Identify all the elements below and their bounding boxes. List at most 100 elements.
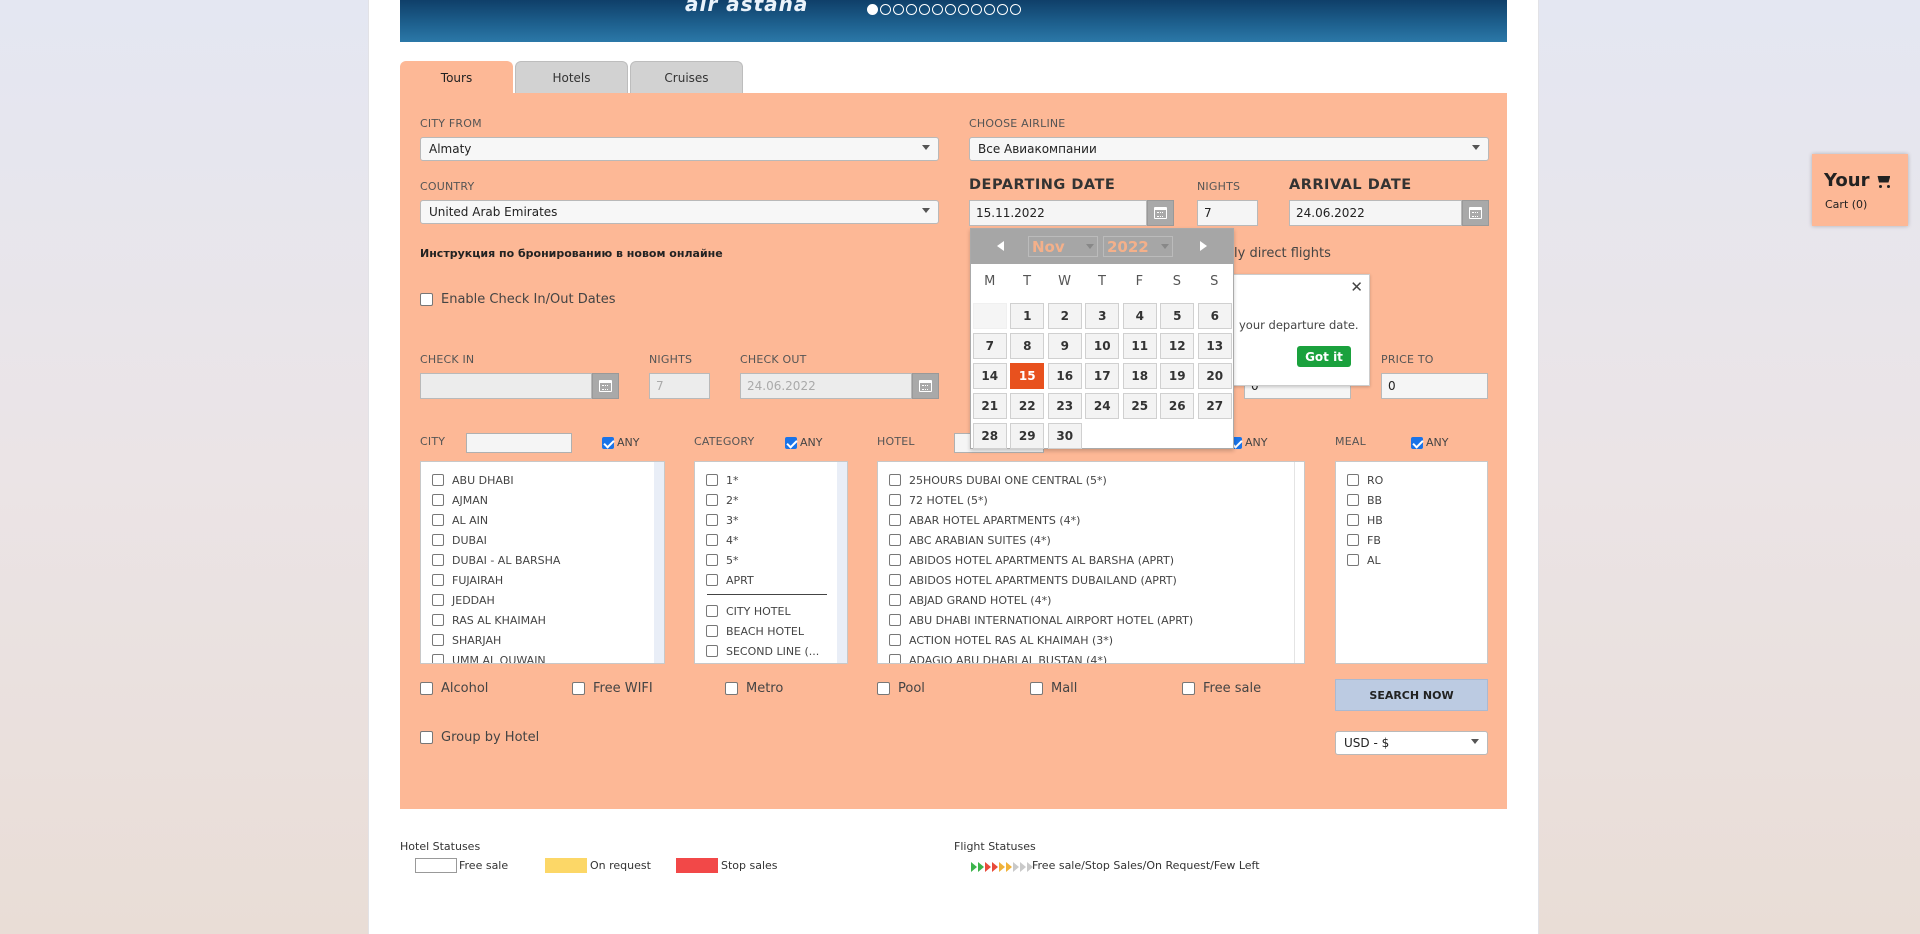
- list-item[interactable]: 72 HOTEL (5*): [878, 490, 1304, 510]
- list-item[interactable]: ABU DHABI INTERNATIONAL AIRPORT HOTEL (A…: [878, 610, 1304, 630]
- checkbox-box[interactable]: [706, 574, 718, 586]
- slider-dot[interactable]: [958, 4, 969, 15]
- calendar-day[interactable]: 28: [971, 421, 1009, 451]
- calendar-day[interactable]: 24: [1084, 391, 1122, 421]
- list-item[interactable]: DUBAI: [421, 530, 664, 550]
- enable-checkinout-checkbox[interactable]: Enable Check In/Out Dates: [420, 292, 616, 307]
- calendar-day[interactable]: 1: [1009, 301, 1047, 331]
- calendar-day[interactable]: 23: [1046, 391, 1084, 421]
- list-item[interactable]: FB: [1336, 530, 1487, 550]
- checkbox-box[interactable]: [602, 436, 614, 449]
- checkbox-box[interactable]: [877, 682, 890, 695]
- pool-checkbox[interactable]: Pool: [877, 681, 925, 696]
- currency-select[interactable]: USD - $: [1335, 731, 1488, 755]
- checkbox-box[interactable]: [889, 614, 901, 626]
- list-item[interactable]: JEDDAH: [421, 590, 664, 610]
- checkbox-box[interactable]: [706, 625, 718, 637]
- list-item[interactable]: 3*: [695, 510, 847, 530]
- list-item[interactable]: BB: [1336, 490, 1487, 510]
- list-item[interactable]: 4*: [695, 530, 847, 550]
- checkbox-box[interactable]: [1347, 554, 1359, 566]
- slider-dot[interactable]: [919, 4, 930, 15]
- checkbox-box[interactable]: [432, 494, 444, 506]
- metro-checkbox[interactable]: Metro: [725, 681, 783, 696]
- nights-input[interactable]: 7: [1197, 200, 1258, 226]
- calendar-day[interactable]: 18: [1121, 361, 1159, 391]
- calendar-day[interactable]: 8: [1009, 331, 1047, 361]
- checkin-input[interactable]: [420, 373, 592, 399]
- calendar-day[interactable]: 21: [971, 391, 1009, 421]
- calendar-day[interactable]: 5: [1159, 301, 1197, 331]
- slider-dot[interactable]: [971, 4, 982, 15]
- departing-calendar-button[interactable]: [1147, 200, 1174, 226]
- checkbox-box[interactable]: [432, 574, 444, 586]
- next-month-icon[interactable]: [1200, 241, 1207, 251]
- checkbox-box[interactable]: [420, 682, 433, 695]
- meal-any-checkbox[interactable]: ANY: [1411, 436, 1448, 449]
- airline-select[interactable]: Все Авиакомпании: [969, 137, 1489, 161]
- list-item[interactable]: 25HOURS DUBAI ONE CENTRAL (5*): [878, 470, 1304, 490]
- slider-dot[interactable]: [867, 4, 878, 15]
- year-select[interactable]: 2022: [1103, 236, 1173, 257]
- direct-flights-label[interactable]: ly direct flights: [1234, 246, 1331, 261]
- alcohol-checkbox[interactable]: Alcohol: [420, 681, 488, 696]
- checkbox-box[interactable]: [432, 534, 444, 546]
- promo-banner[interactable]: air astana: [400, 0, 1507, 42]
- checkout-calendar-button[interactable]: [912, 373, 939, 399]
- list-item[interactable]: ABU DHABI: [421, 470, 664, 490]
- checkbox-box[interactable]: [889, 634, 901, 646]
- list-item[interactable]: HB: [1336, 510, 1487, 530]
- checkbox-box[interactable]: [1347, 514, 1359, 526]
- calendar-day[interactable]: 19: [1159, 361, 1197, 391]
- search-now-button[interactable]: SEARCH NOW: [1335, 679, 1488, 711]
- city-from-select[interactable]: Almaty: [420, 137, 939, 161]
- checkbox-box[interactable]: [706, 605, 718, 617]
- checkbox-box[interactable]: [1347, 534, 1359, 546]
- checkbox-box[interactable]: [889, 654, 901, 663]
- meal-list[interactable]: RO BB HB FB AL: [1335, 461, 1488, 664]
- city-any-checkbox[interactable]: ANY: [602, 436, 639, 449]
- list-item[interactable]: SECOND LINE (...: [695, 641, 847, 661]
- departing-date-input[interactable]: 15.11.2022: [969, 200, 1147, 226]
- city-list-scrollbar[interactable]: [654, 462, 664, 663]
- prev-month-icon[interactable]: [997, 241, 1004, 251]
- tab-tours[interactable]: Tours: [400, 61, 513, 93]
- checkbox-box[interactable]: [1411, 436, 1423, 449]
- slider-dot[interactable]: [893, 4, 904, 15]
- calendar-day-selected[interactable]: 15: [1009, 361, 1047, 391]
- list-item[interactable]: AL AIN: [421, 510, 664, 530]
- checkbox-box[interactable]: [432, 634, 444, 646]
- free-sale-checkbox[interactable]: Free sale: [1182, 681, 1261, 696]
- calendar-day[interactable]: 9: [1046, 331, 1084, 361]
- cart-widget[interactable]: Your Cart (0): [1812, 154, 1908, 226]
- checkbox-box[interactable]: [889, 574, 901, 586]
- checkbox-box[interactable]: [706, 645, 718, 657]
- checkbox-box[interactable]: [1347, 494, 1359, 506]
- price-to-input[interactable]: 0: [1381, 373, 1488, 399]
- list-item[interactable]: CITY HOTEL: [695, 601, 847, 621]
- checkbox-box[interactable]: [432, 654, 444, 663]
- slider-dot[interactable]: [997, 4, 1008, 15]
- checkbox-box[interactable]: [706, 534, 718, 546]
- checkbox-box[interactable]: [420, 293, 433, 306]
- checkbox-box[interactable]: [1182, 682, 1195, 695]
- got-it-button[interactable]: Got it: [1297, 346, 1351, 367]
- list-item[interactable]: ABIDOS HOTEL APARTMENTS DUBAILAND (APRT): [878, 570, 1304, 590]
- checkbox-box[interactable]: [889, 514, 901, 526]
- checkin-calendar-button[interactable]: [592, 373, 619, 399]
- checkbox-box[interactable]: [432, 554, 444, 566]
- slider-dot[interactable]: [984, 4, 995, 15]
- checkbox-box[interactable]: [889, 554, 901, 566]
- slider-dot[interactable]: [880, 4, 891, 15]
- calendar-day[interactable]: 10: [1084, 331, 1122, 361]
- list-item[interactable]: APRT: [695, 570, 847, 590]
- calendar-day[interactable]: 4: [1121, 301, 1159, 331]
- checkout-input[interactable]: 24.06.2022: [740, 373, 912, 399]
- calendar-day[interactable]: 26: [1159, 391, 1197, 421]
- calendar-day[interactable]: 17: [1084, 361, 1122, 391]
- calendar-day[interactable]: 20: [1196, 361, 1234, 391]
- city-filter-input[interactable]: [466, 433, 572, 453]
- calendar-day[interactable]: 22: [1009, 391, 1047, 421]
- checkbox-box[interactable]: [889, 474, 901, 486]
- calendar-day[interactable]: 27: [1196, 391, 1234, 421]
